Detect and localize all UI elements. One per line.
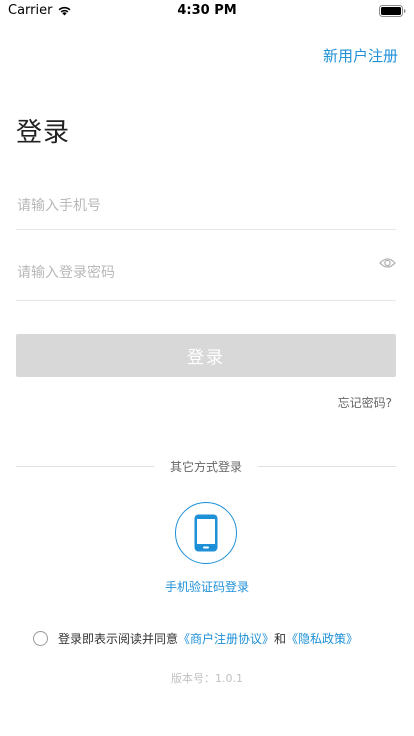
phone-field bbox=[16, 182, 396, 230]
battery-full-icon bbox=[379, 5, 406, 17]
page-title: 登录 bbox=[16, 118, 71, 148]
status-bar: Carrier 4:30 PM bbox=[0, 0, 414, 22]
agreement-prefix: 登录即表示阅读并同意 bbox=[58, 631, 179, 646]
agreement-row: 登录即表示阅读并同意 《商户注册协议》 和 《隐私政策》 bbox=[33, 629, 358, 647]
divider-line-right bbox=[258, 466, 396, 467]
mobile-phone-icon bbox=[194, 514, 218, 552]
phone-input[interactable] bbox=[16, 182, 357, 229]
agreement-connector: 和 bbox=[274, 631, 287, 646]
forgot-password-link[interactable]: 忘记密码? bbox=[338, 394, 392, 411]
eye-icon[interactable] bbox=[379, 256, 396, 270]
login-button[interactable]: 登录 bbox=[16, 334, 396, 377]
merchant-agreement-link[interactable]: 《商户注册协议》 bbox=[178, 630, 274, 647]
new-user-register-link[interactable]: 新用户注册 bbox=[323, 45, 398, 66]
phone-code-login-button[interactable] bbox=[175, 502, 237, 564]
password-field bbox=[16, 246, 396, 301]
status-time: 4:30 PM bbox=[177, 3, 237, 18]
other-methods-divider: 其它方式登录 bbox=[16, 458, 396, 474]
version-label: 版本号：1.0.1 bbox=[171, 672, 243, 685]
agreement-radio[interactable] bbox=[33, 630, 48, 646]
phone-code-login-label[interactable]: 手机验证码登录 bbox=[0, 578, 414, 595]
password-input[interactable] bbox=[16, 246, 357, 300]
privacy-policy-link[interactable]: 《隐私政策》 bbox=[286, 630, 358, 647]
